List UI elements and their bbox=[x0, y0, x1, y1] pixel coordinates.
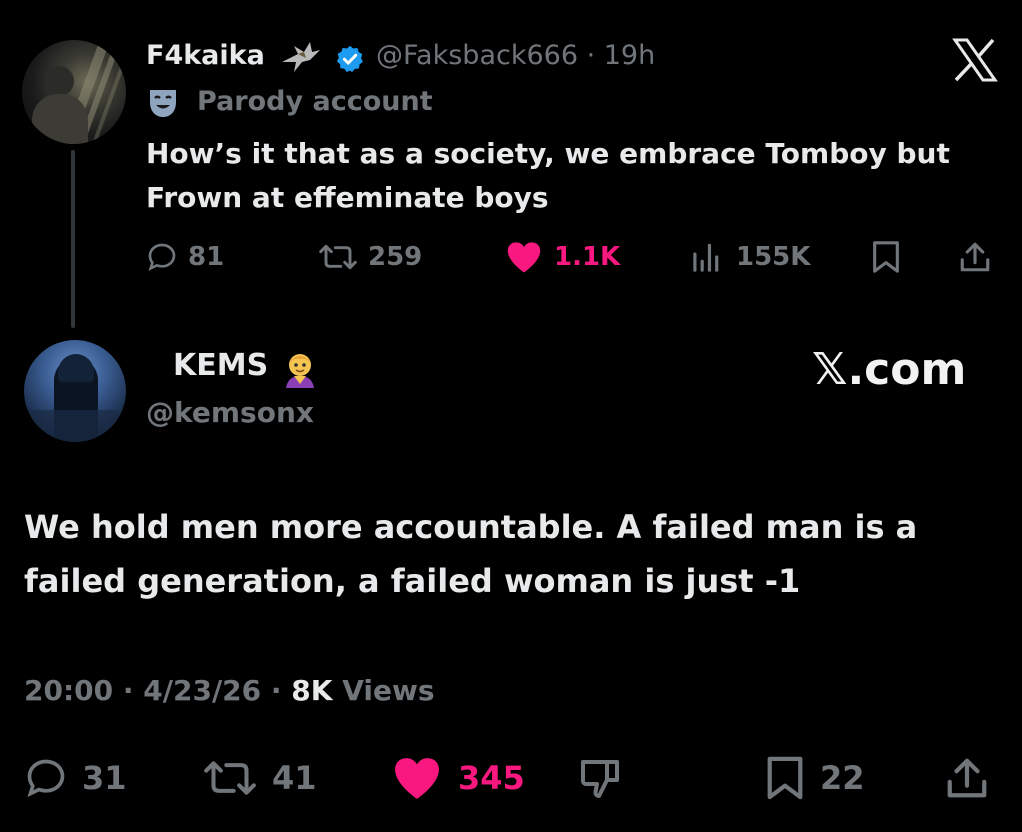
avatar-kems[interactable] bbox=[24, 340, 126, 442]
parent-views-button[interactable]: 155K bbox=[690, 232, 810, 282]
x-com-watermark: 𝕏.com bbox=[812, 344, 967, 395]
parent-reply-count: 81 bbox=[188, 242, 225, 272]
bookmark-icon bbox=[873, 241, 899, 273]
parent-like-button[interactable]: 1.1K bbox=[504, 232, 620, 282]
views-icon bbox=[693, 243, 719, 272]
repost-icon bbox=[319, 244, 357, 270]
like-icon bbox=[507, 242, 541, 273]
meta-separator: · bbox=[122, 674, 134, 707]
reply-repost-count: 41 bbox=[272, 759, 317, 797]
tweet-date[interactable]: 4/23/26 bbox=[143, 674, 261, 707]
parent-share-button[interactable] bbox=[958, 232, 1002, 282]
parent-views-count: 155K bbox=[736, 242, 811, 272]
meta-separator: · bbox=[270, 674, 282, 707]
thread-connector-line bbox=[71, 150, 75, 328]
reply-repost-button[interactable]: 41 bbox=[202, 750, 317, 806]
share-icon bbox=[947, 758, 987, 798]
reply-tweet-text: We hold men more accountable. A failed m… bbox=[24, 508, 918, 600]
tweet-time[interactable]: 20:00 bbox=[24, 674, 113, 707]
like-icon bbox=[395, 758, 439, 799]
parent-reply-button[interactable]: 81 bbox=[146, 232, 224, 282]
tweet-meta: 20:00 · 4/23/26 · 8K Views bbox=[24, 674, 435, 707]
parody-mask-icon bbox=[150, 90, 176, 117]
bookmark-icon bbox=[767, 756, 803, 800]
reply-bookmark-count: 22 bbox=[820, 759, 865, 797]
parent-time: · 19h bbox=[586, 40, 656, 71]
dislike-icon bbox=[580, 760, 619, 798]
reply-share-button[interactable] bbox=[944, 750, 1004, 806]
parody-account-badge: Parody account bbox=[197, 86, 433, 117]
reply-display-name[interactable]: KEMS bbox=[173, 348, 268, 383]
repost-icon bbox=[204, 761, 256, 795]
verified-badge-icon bbox=[336, 45, 363, 72]
parent-tweet-text: How’s it that as a society, we embrace T… bbox=[146, 137, 950, 214]
parent-repost-button[interactable]: 259 bbox=[318, 232, 422, 282]
avatar-f4kaika[interactable] bbox=[22, 40, 126, 144]
reply-like-count: 345 bbox=[458, 759, 525, 797]
reply-icon bbox=[148, 243, 176, 271]
eagle-emoji-icon bbox=[282, 42, 320, 72]
parent-handle[interactable]: @Faksback666 bbox=[376, 40, 578, 71]
parent-repost-count: 259 bbox=[368, 242, 423, 272]
x-logo-icon[interactable] bbox=[952, 38, 998, 82]
mage-emoji-icon bbox=[286, 354, 314, 388]
reply-handle[interactable]: @kemsonx bbox=[146, 396, 314, 429]
views-label: Views bbox=[342, 674, 435, 707]
share-icon bbox=[960, 242, 990, 272]
views-count: 8K bbox=[291, 674, 333, 707]
reply-reply-button[interactable]: 31 bbox=[24, 750, 127, 806]
parent-like-count: 1.1K bbox=[554, 242, 621, 272]
parent-display-name[interactable]: F4kaika bbox=[146, 40, 265, 71]
reply-like-button[interactable]: 345 bbox=[390, 750, 525, 806]
reply-bookmark-button[interactable]: 22 bbox=[764, 750, 865, 806]
parent-bookmark-button[interactable] bbox=[870, 232, 912, 282]
reply-icon bbox=[27, 759, 65, 798]
dislike-button[interactable] bbox=[576, 750, 640, 806]
parent-handle-time[interactable]: @Faksback666 · 19h bbox=[376, 40, 655, 71]
reply-reply-count: 31 bbox=[82, 759, 127, 797]
